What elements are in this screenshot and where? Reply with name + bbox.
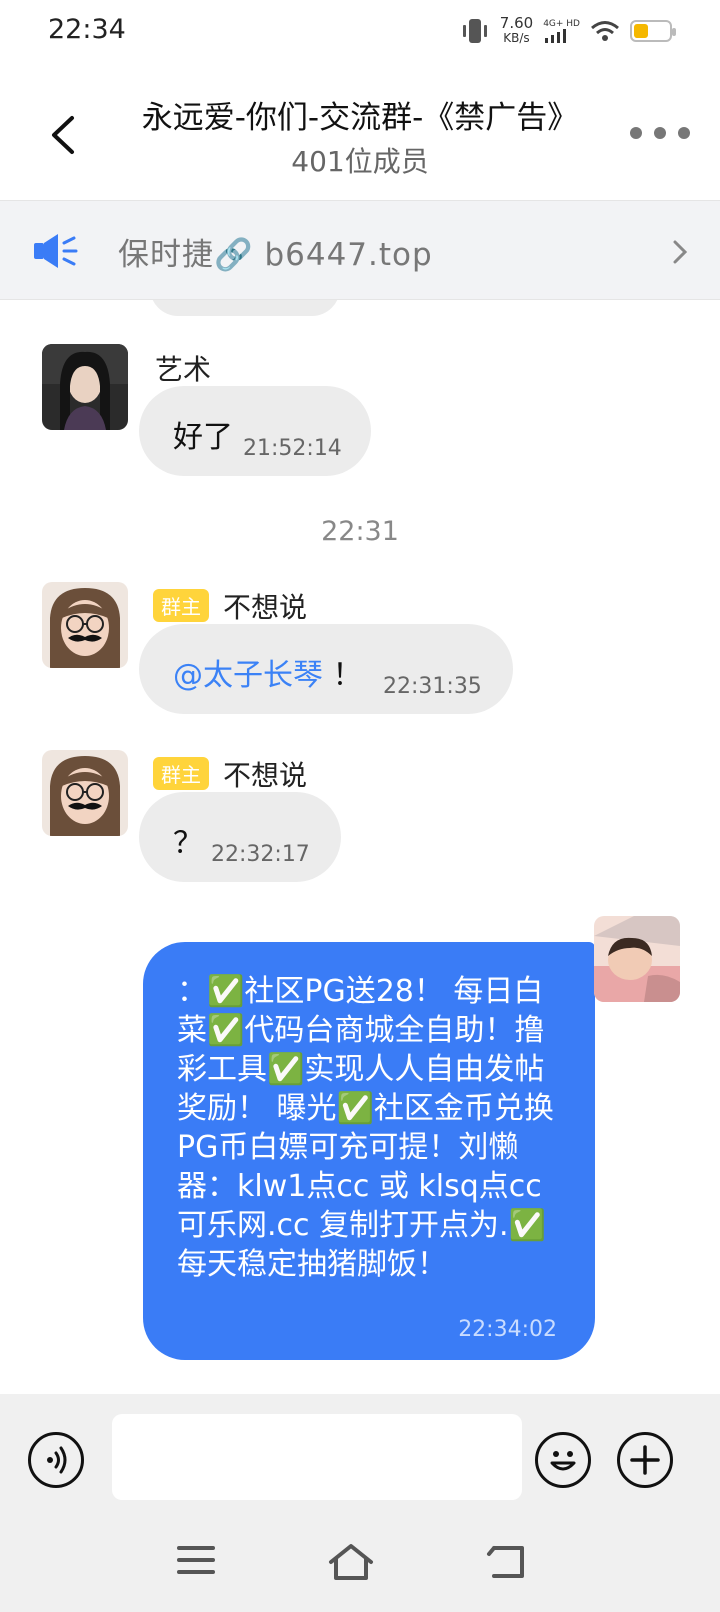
avatar-user-yishu[interactable] <box>42 344 128 430</box>
message-text: 好了 <box>173 420 233 455</box>
cell-signal-icon: 4G+ HD <box>543 19 580 43</box>
avatar-group-owner[interactable] <box>42 750 128 836</box>
more-options-icon[interactable] <box>630 118 690 148</box>
add-more-button[interactable] <box>617 1432 673 1488</box>
sender-name: 不想说 <box>223 591 308 624</box>
message-input-bar <box>0 1394 720 1514</box>
avatar-group-owner[interactable] <box>42 582 128 668</box>
message-bubble[interactable]: ？ 22:32:17 <box>139 792 341 882</box>
message-time: 22:34:02 <box>458 1317 557 1342</box>
vibrate-icon <box>462 19 487 43</box>
owner-badge: 群主 <box>153 589 209 622</box>
system-nav-bar <box>0 1514 720 1612</box>
chat-message-list[interactable]: 艺术 好了 21:52:14 22:31 群主 不想说 @太子长琴 ！ 22:31… <box>0 300 720 1394</box>
message-time: 22:31:35 <box>383 674 482 699</box>
sender-row: 群主 不想说 <box>153 586 307 626</box>
sender-name: 不想说 <box>223 759 308 792</box>
member-count: 401位成员 <box>291 145 429 178</box>
chevron-right-icon <box>673 240 688 264</box>
status-bar: 22:34 7.60 KB/s 4G+ HD <box>0 0 720 70</box>
voice-icon <box>47 1446 67 1474</box>
wifi-icon <box>591 21 619 41</box>
message-bubble-partial <box>150 300 340 316</box>
menu-icon[interactable] <box>176 1542 216 1578</box>
message-bubble[interactable]: 好了 21:52:14 <box>139 386 371 476</box>
mention-link[interactable]: @太子长琴 <box>173 658 323 693</box>
group-title: 永远爱-你们-交流群-《禁广告》 <box>141 100 579 136</box>
back-nav-icon[interactable] <box>486 1542 528 1582</box>
message-text: @太子长琴 ！ <box>173 658 363 693</box>
message-bubble[interactable]: @太子长琴 ！ 22:31:35 <box>139 624 513 714</box>
emoji-button[interactable] <box>535 1432 591 1488</box>
battery-icon <box>630 20 676 42</box>
message-text: ？ <box>173 826 203 861</box>
message-time: 22:32:17 <box>211 842 310 867</box>
status-icons: 7.60 KB/s 4G+ HD <box>460 14 676 46</box>
my-message-bubble[interactable]: ：✅社区PG送28！ 每日白菜✅代码台商城全自助！撸彩工具✅实现人人自由发帖奖励… <box>143 942 595 1360</box>
announcement-text: 保时捷🔗 b6447.top <box>118 237 433 273</box>
owner-badge: 群主 <box>153 757 209 790</box>
time-divider: 22:31 <box>321 516 399 547</box>
message-time: 21:52:14 <box>243 436 342 461</box>
message-input[interactable] <box>112 1414 522 1500</box>
voice-input-button[interactable] <box>28 1432 84 1488</box>
network-speed: 7.60 KB/s <box>499 14 534 46</box>
sender-row: 群主 不想说 <box>153 754 307 794</box>
sender-name: 艺术 <box>155 353 212 386</box>
smiley-icon <box>550 1451 576 1471</box>
speaker-icon <box>34 234 78 268</box>
avatar-self[interactable] <box>594 916 680 1002</box>
home-icon[interactable] <box>328 1542 374 1582</box>
status-time: 22:34 <box>48 14 126 45</box>
chat-header: 永远爱-你们-交流群-《禁广告》 401位成员 <box>0 70 720 200</box>
message-text: ：✅社区PG送28！ 每日白菜✅代码台商城全自助！撸彩工具✅实现人人自由发帖奖励… <box>177 974 554 1282</box>
plus-icon <box>630 1445 660 1475</box>
group-announcement-bar[interactable]: 保时捷🔗 b6447.top <box>0 200 720 300</box>
